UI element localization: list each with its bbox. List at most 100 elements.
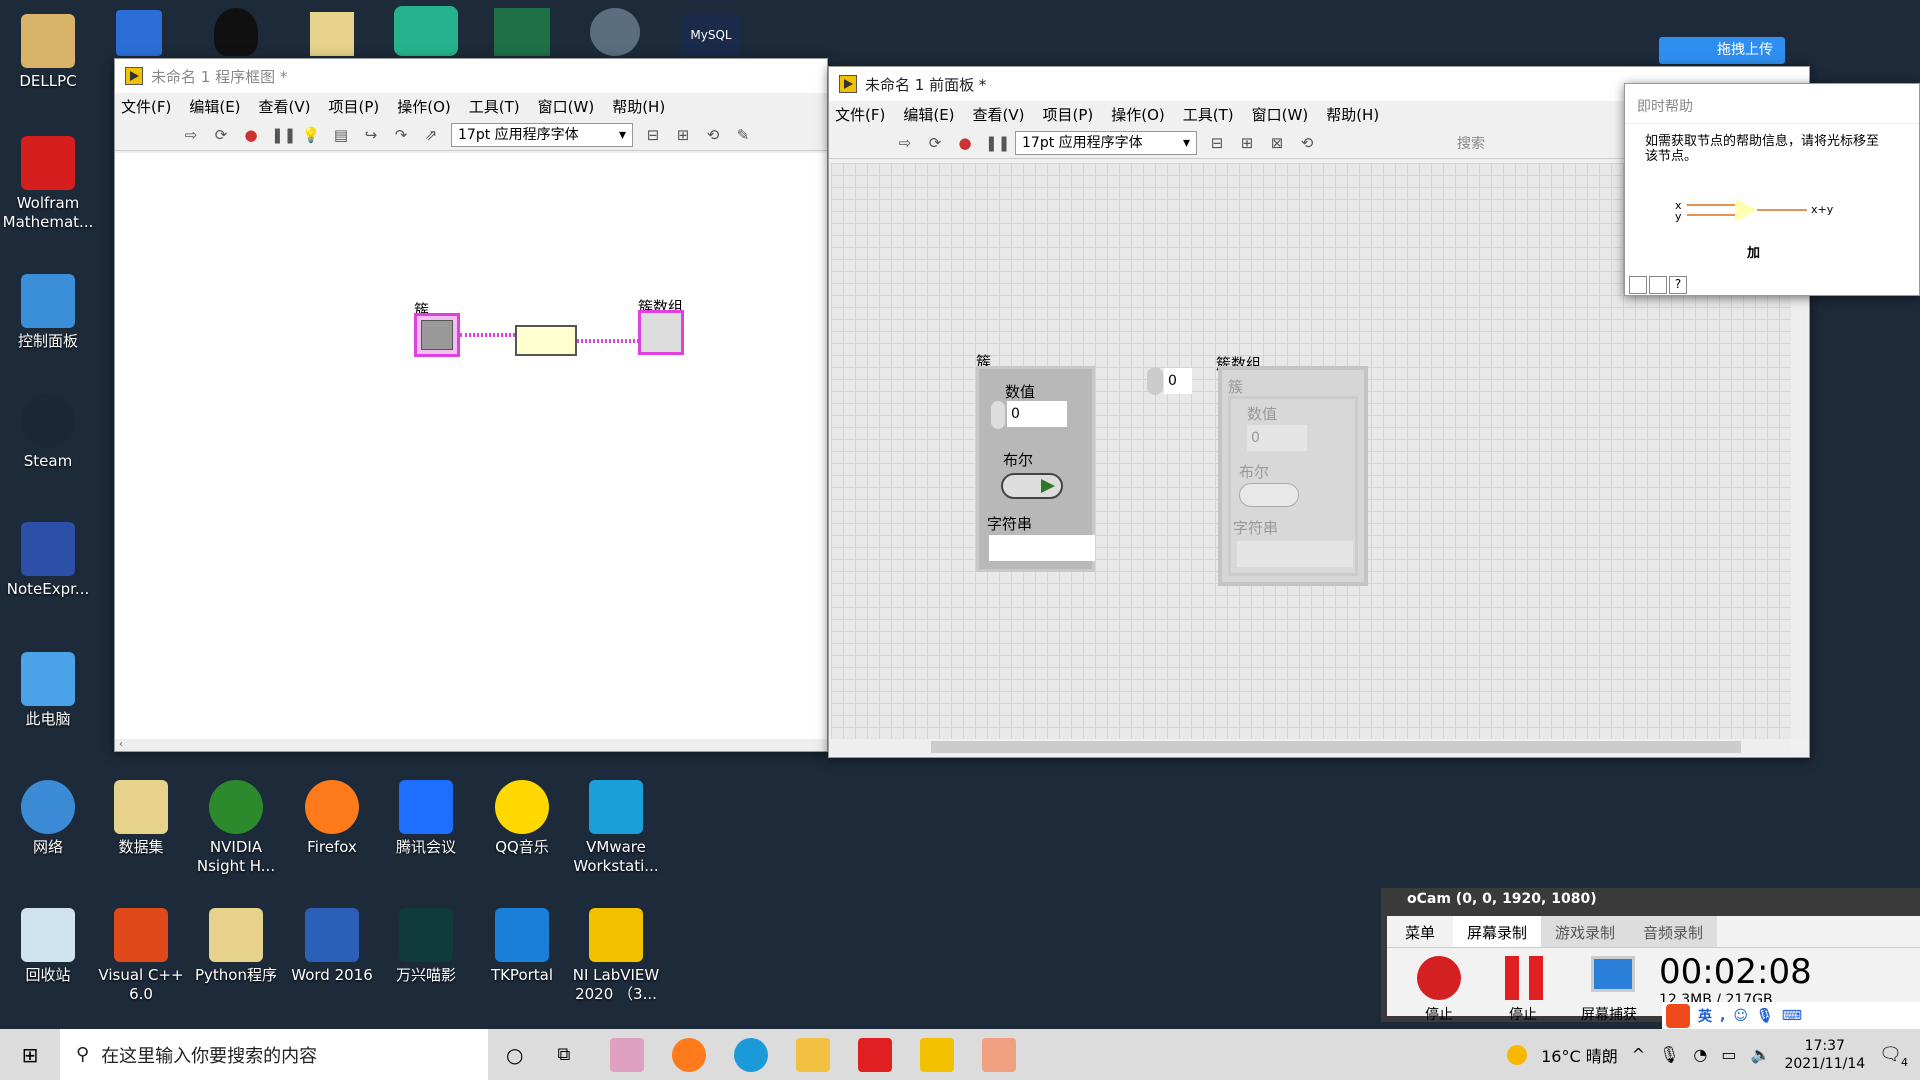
boolean-toggle[interactable] (1001, 473, 1063, 499)
menu-tools[interactable]: 工具(T) (1183, 104, 1234, 125)
run-icon[interactable]: ⇨ (181, 125, 201, 145)
cluster-array-control[interactable]: 簇 数值 0 布尔 字符串 (1218, 366, 1368, 586)
run-continuously-icon[interactable]: ⟳ (925, 133, 945, 153)
desktop-icon-vmware[interactable]: VMware Workstati... (568, 780, 664, 876)
app-icon[interactable] (394, 6, 458, 56)
desktop-icon-noteexpress[interactable]: NoteExpr... (0, 522, 96, 599)
show-optional-terminals-icon[interactable] (1629, 276, 1647, 294)
resize-icon[interactable]: ⊠ (1267, 133, 1287, 153)
menu-window[interactable]: 窗口(W) (1252, 104, 1309, 125)
align-icon[interactable]: ⊟ (1207, 133, 1227, 153)
font-select[interactable]: 17pt 应用程序字体 (451, 122, 633, 147)
string-element[interactable] (1237, 541, 1353, 567)
snipping-tool-icon[interactable] (610, 1037, 645, 1072)
labview-icon[interactable] (920, 1037, 955, 1072)
desktop-icon-recycle-bin[interactable]: 回收站 (0, 908, 96, 985)
cortana-icon[interactable]: ○ (506, 1043, 523, 1067)
desktop-icon-dellpc[interactable]: DELLPC (0, 14, 96, 91)
ime-toolbar[interactable]: 英, ☺ 🎙 ⌨ (1662, 1002, 1920, 1029)
desktop-icon-steam[interactable]: Steam (0, 394, 96, 471)
align-icon[interactable]: ⊟ (643, 125, 663, 145)
run-continuously-icon[interactable]: ⟳ (211, 125, 231, 145)
menu-project[interactable]: 项目(P) (1043, 104, 1094, 125)
diagram-canvas[interactable]: 簇 簇数组 (115, 153, 827, 741)
tab-menu[interactable]: 菜单 (1387, 916, 1453, 947)
mic-icon[interactable]: 🎙 (1659, 1045, 1679, 1064)
ocam-icon[interactable] (982, 1037, 1017, 1072)
search-input[interactable]: 搜索 (1457, 133, 1485, 153)
horizontal-scrollbar[interactable] (831, 741, 1791, 755)
word-doc-icon[interactable] (116, 10, 162, 56)
desktop-icon-firefox[interactable]: Firefox (284, 780, 380, 857)
tab-game-record[interactable]: 游戏录制 (1541, 916, 1630, 947)
distribute-icon[interactable]: ⊞ (1237, 133, 1257, 153)
step-into-icon[interactable]: ↪ (361, 125, 381, 145)
wire[interactable] (577, 339, 639, 343)
menu-file[interactable]: 文件(F) (835, 104, 885, 125)
menu-edit[interactable]: 编辑(E) (903, 104, 954, 125)
run-icon[interactable]: ⇨ (895, 133, 915, 153)
wps-icon[interactable] (858, 1037, 893, 1072)
qq-icon[interactable] (214, 8, 258, 56)
unbundle-bundle-node[interactable] (515, 325, 577, 356)
edge-icon[interactable] (734, 1037, 769, 1072)
highlight-execution-icon[interactable]: 💡 (301, 125, 321, 145)
upload-button[interactable]: 拖拽上传 (1659, 37, 1785, 64)
wire[interactable] (460, 333, 515, 337)
desktop-icon-labview[interactable]: NI LabVIEW 2020 （3... (568, 908, 664, 1004)
screen-capture-icon[interactable] (1591, 956, 1635, 992)
cluster-array-indicator[interactable] (638, 310, 684, 355)
menu-operate[interactable]: 操作(O) (397, 96, 451, 117)
menu-edit[interactable]: 编辑(E) (189, 96, 240, 117)
desktop-icon-filmora[interactable]: 万兴喵影 (378, 908, 474, 985)
menu-window[interactable]: 窗口(W) (538, 96, 595, 117)
windows-start-icon[interactable]: ⊞ (0, 1043, 60, 1067)
step-out-icon[interactable]: ⇗ (421, 125, 441, 145)
index-stepper-icon[interactable] (1147, 367, 1163, 395)
abort-icon[interactable]: ● (955, 133, 975, 153)
desktop-icon-control-panel[interactable]: 控制面板 (0, 274, 96, 351)
title-bar[interactable]: 未命名 1 程序框图 * (115, 59, 827, 93)
font-select[interactable]: 17pt 应用程序字体 (1015, 130, 1197, 155)
distribute-icon[interactable]: ⊞ (673, 125, 693, 145)
weather-text[interactable]: 16°C 晴朗 (1541, 1043, 1618, 1067)
file-explorer-icon[interactable] (796, 1037, 831, 1072)
step-over-icon[interactable]: ↷ (391, 125, 411, 145)
boolean-element[interactable] (1239, 483, 1299, 507)
reorder-icon[interactable]: ⟲ (1297, 133, 1317, 153)
desktop-icon-wolfram[interactable]: Wolfram Mathemat... (0, 136, 96, 232)
cluster-constant[interactable] (414, 313, 460, 357)
abort-icon[interactable]: ● (241, 125, 261, 145)
horizontal-scrollbar[interactable]: ‹ (115, 739, 827, 751)
battery-icon[interactable]: ▭ (1721, 1045, 1736, 1064)
menu-help[interactable]: 帮助(H) (612, 96, 665, 117)
menu-view[interactable]: 查看(V) (259, 96, 311, 117)
app-icon[interactable] (590, 8, 640, 56)
desktop-icon-nsight[interactable]: NVIDIA Nsight H... (188, 780, 284, 876)
excel-icon[interactable] (494, 8, 550, 56)
string-control[interactable] (989, 535, 1095, 561)
notification-icon[interactable]: 🗨 4 (1879, 1044, 1908, 1069)
taskbar-search[interactable]: ⚲ 在这里输入你要搜索的内容 (60, 1029, 488, 1080)
reorder-icon[interactable]: ⟲ (703, 125, 723, 145)
cluster-control[interactable]: 数值 0 布尔 字符串 (976, 366, 1095, 572)
mysql-icon[interactable]: MySQL (682, 14, 740, 56)
detailed-help-icon[interactable]: ? (1669, 276, 1687, 294)
clock[interactable]: 17:37 2021/11/14 (1784, 1037, 1865, 1073)
pause-icon[interactable]: ❚❚ (985, 133, 1010, 153)
task-view-icon[interactable]: ⧉ (557, 1044, 570, 1065)
pause-icon[interactable]: ❚❚ (271, 125, 296, 145)
cleanup-icon[interactable]: ✎ (733, 125, 753, 145)
network-icon[interactable]: ◔ (1693, 1045, 1707, 1064)
pause-icon[interactable] (1505, 956, 1543, 1000)
desktop-icon-tkportal[interactable]: TKPortal (474, 908, 570, 985)
desktop-icon-network[interactable]: 网络 (0, 780, 96, 857)
menu-project[interactable]: 项目(P) (329, 96, 380, 117)
increment-decrement-icon[interactable] (991, 401, 1005, 429)
chevron-up-icon[interactable]: ^ (1632, 1045, 1645, 1064)
array-index[interactable]: 0 (1164, 368, 1192, 394)
tab-audio-record[interactable]: 音频录制 (1629, 916, 1718, 947)
menu-view[interactable]: 查看(V) (973, 104, 1025, 125)
menu-file[interactable]: 文件(F) (121, 96, 171, 117)
firefox-icon[interactable] (672, 1037, 707, 1072)
